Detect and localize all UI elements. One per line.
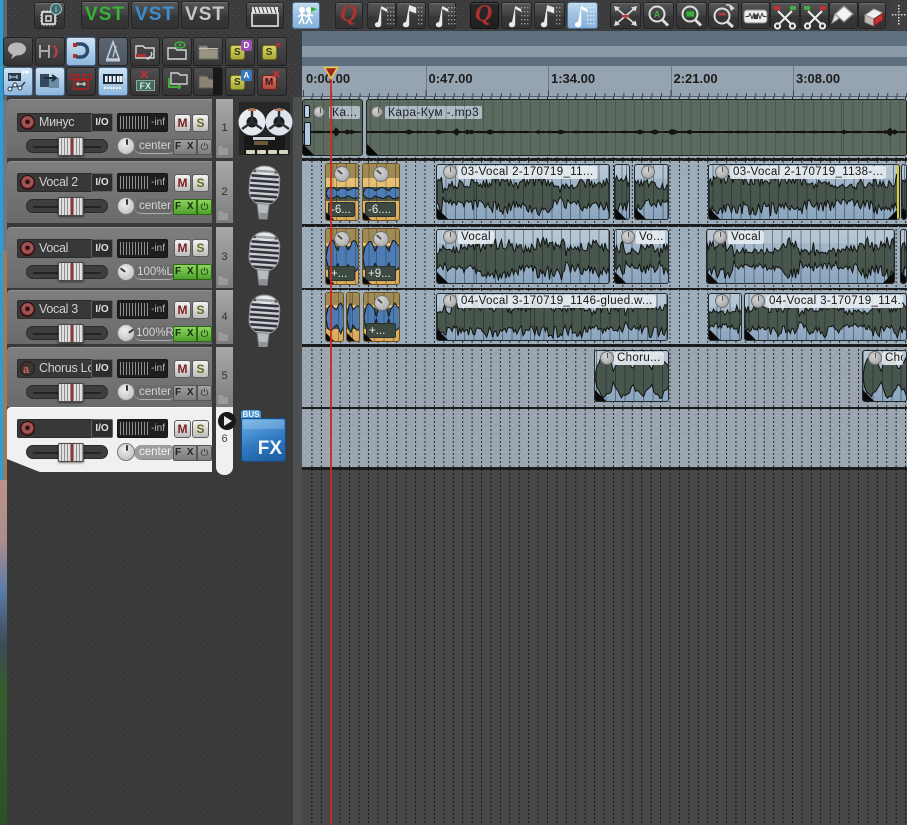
svg-text:A: A <box>654 10 661 20</box>
svg-text:i: i <box>55 5 57 14</box>
